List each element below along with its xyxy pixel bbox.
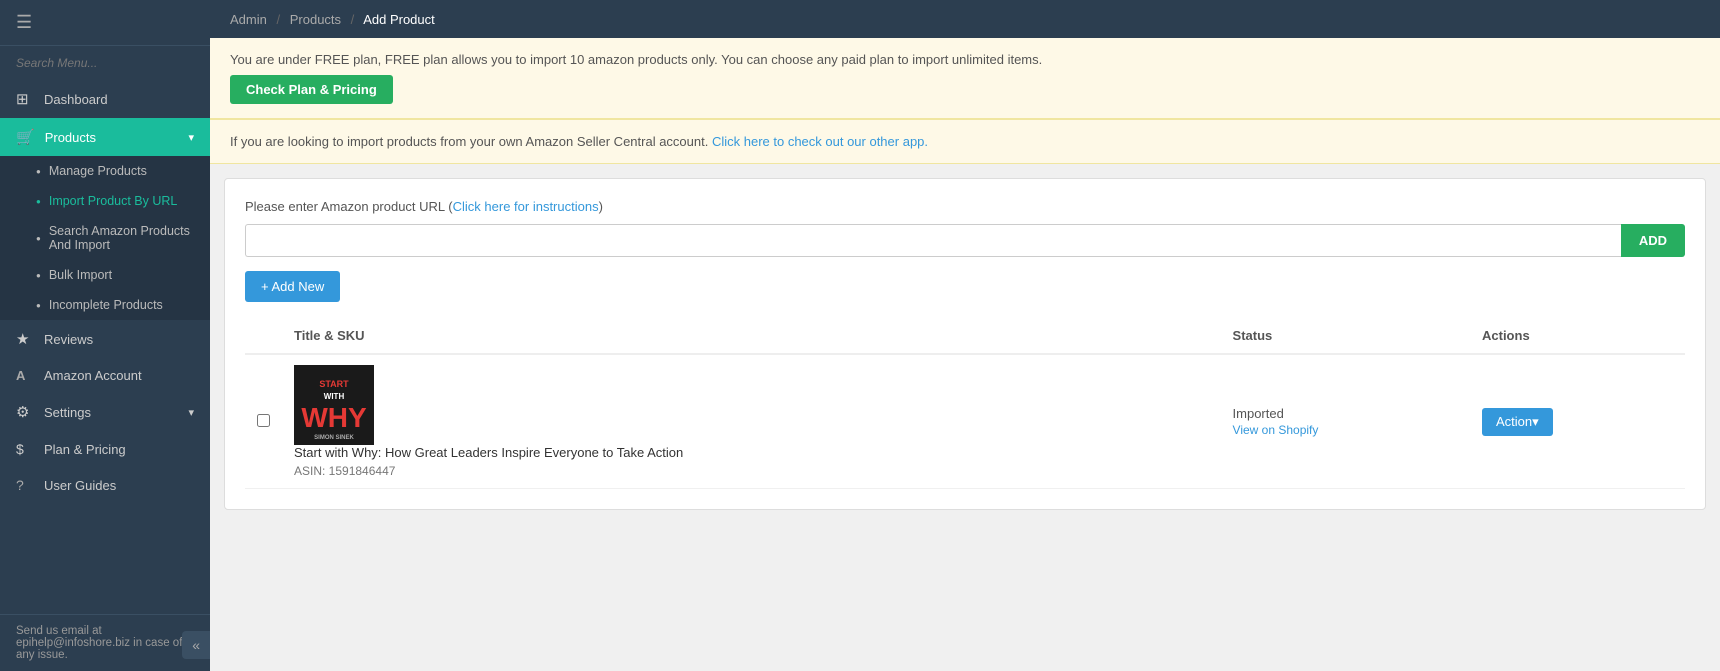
topbar: Admin / Products / Add Product	[210, 0, 1720, 38]
sidebar-sub-bulk-import[interactable]: ● Bulk Import	[0, 260, 210, 290]
sidebar-item-amazon-account[interactable]: A Amazon Account	[0, 358, 210, 393]
amazon-icon: A	[16, 368, 34, 383]
sidebar-item-label: Dashboard	[44, 92, 108, 107]
sidebar-item-dashboard[interactable]: ⊞ Dashboard	[0, 80, 210, 118]
question-icon: ?	[16, 477, 34, 493]
sidebar-sub-incomplete-products[interactable]: ● Incomplete Products	[0, 290, 210, 320]
dot-icon: ●	[36, 197, 41, 206]
products-submenu: ● Manage Products ● Import Product By UR…	[0, 156, 210, 320]
view-on-shopify-link[interactable]: View on Shopify	[1233, 423, 1458, 437]
chevron-down-icon: ▾	[188, 406, 194, 419]
products-table: Title & SKU Status Actions	[245, 318, 1685, 489]
sidebar-item-plan-pricing[interactable]: $ Plan & Pricing	[0, 431, 210, 467]
sidebar-search-menu: Search Menu...	[0, 46, 210, 80]
sidebar-item-label: Settings	[44, 405, 91, 420]
cart-icon: 🛒	[16, 128, 35, 146]
table-header: Title & SKU Status Actions	[245, 318, 1685, 354]
main-content: Admin / Products / Add Product You are u…	[210, 0, 1720, 671]
breadcrumb-sep2: /	[351, 12, 355, 27]
sidebar-item-settings[interactable]: ⚙ Settings ▾	[0, 393, 210, 431]
hamburger-icon: ☰	[16, 12, 32, 32]
col-actions: Actions	[1470, 318, 1685, 354]
breadcrumb-sep1: /	[276, 12, 280, 27]
seller-central-alert: If you are looking to import products fr…	[210, 119, 1720, 164]
product-title: Start with Why: How Great Leaders Inspir…	[294, 445, 1209, 460]
dollar-icon: $	[16, 441, 34, 457]
add-url-button[interactable]: ADD	[1621, 224, 1685, 257]
dot-icon: ●	[36, 301, 41, 310]
svg-text:WITH: WITH	[324, 392, 345, 401]
dot-icon: ●	[36, 167, 41, 176]
hamburger-menu[interactable]: ☰	[0, 0, 210, 46]
table-body: START WITH WHY SIMON SINEK	[245, 354, 1685, 489]
sidebar-sub-import-by-url[interactable]: ● Import Product By URL	[0, 186, 210, 216]
seller-central-message: If you are looking to import products fr…	[230, 134, 712, 149]
dashboard-icon: ⊞	[16, 90, 34, 108]
check-plan-pricing-button[interactable]: Check Plan & Pricing	[230, 75, 393, 104]
sidebar: ☰ Search Menu... ⊞ Dashboard 🛒 Products …	[0, 0, 210, 671]
url-input-section: Please enter Amazon product URL (Click h…	[245, 199, 1685, 257]
sidebar-item-label: Products	[45, 130, 96, 145]
svg-text:WHY: WHY	[301, 402, 367, 433]
breadcrumb-current: Add Product	[363, 12, 435, 27]
sidebar-item-label: User Guides	[44, 478, 116, 493]
sidebar-collapse-button[interactable]: «	[182, 631, 210, 659]
url-input-row: ADD	[245, 224, 1685, 257]
col-checkbox	[245, 318, 282, 354]
url-label: Please enter Amazon product URL (Click h…	[245, 199, 1685, 214]
gear-icon: ⚙	[16, 403, 34, 421]
content-area: You are under FREE plan, FREE plan allow…	[210, 38, 1720, 671]
sidebar-footer-text: Send us email at epihelp@infoshore.biz i…	[0, 614, 210, 671]
product-status-cell: Imported View on Shopify	[1221, 354, 1470, 489]
sidebar-item-label: Reviews	[44, 332, 93, 347]
row-checkbox-cell	[245, 354, 282, 489]
svg-text:START: START	[319, 379, 349, 389]
product-info-cell: START WITH WHY SIMON SINEK	[282, 354, 1221, 489]
free-plan-alert: You are under FREE plan, FREE plan allow…	[210, 38, 1720, 119]
table-row: START WITH WHY SIMON SINEK	[245, 354, 1685, 489]
sidebar-sub-manage-products[interactable]: ● Manage Products	[0, 156, 210, 186]
add-new-button[interactable]: + Add New	[245, 271, 340, 302]
product-details: Start with Why: How Great Leaders Inspir…	[294, 445, 1209, 478]
instructions-link[interactable]: Click here for instructions	[453, 199, 599, 214]
free-plan-message: You are under FREE plan, FREE plan allow…	[230, 52, 1042, 67]
add-product-box: Please enter Amazon product URL (Click h…	[224, 178, 1706, 510]
sidebar-item-products[interactable]: 🛒 Products ▾	[0, 118, 210, 156]
sidebar-item-label: Plan & Pricing	[44, 442, 126, 457]
star-icon: ★	[16, 330, 34, 348]
product-actions-cell: Action▾	[1470, 354, 1685, 489]
action-button[interactable]: Action▾	[1482, 408, 1553, 436]
col-title-sku: Title & SKU	[282, 318, 1221, 354]
breadcrumb-products[interactable]: Products	[290, 12, 341, 27]
dot-icon: ●	[36, 234, 41, 243]
chevron-down-icon: ▾	[188, 131, 194, 144]
sidebar-item-user-guides[interactable]: ? User Guides	[0, 467, 210, 503]
product-asin: ASIN: 1591846447	[294, 464, 1209, 478]
svg-text:SIMON SINEK: SIMON SINEK	[314, 435, 354, 441]
sidebar-item-reviews[interactable]: ★ Reviews	[0, 320, 210, 358]
sidebar-item-label: Amazon Account	[44, 368, 142, 383]
sidebar-sub-search-amazon[interactable]: ● Search Amazon Products And Import	[0, 216, 210, 260]
seller-central-link[interactable]: Click here to check out our other app.	[712, 134, 928, 149]
amazon-url-input[interactable]	[245, 224, 1621, 257]
dot-icon: ●	[36, 271, 41, 280]
col-status: Status	[1221, 318, 1470, 354]
breadcrumb: Admin / Products / Add Product	[230, 12, 435, 27]
product-status: Imported	[1233, 406, 1458, 421]
product-image: START WITH WHY SIMON SINEK	[294, 365, 374, 445]
row-checkbox[interactable]	[257, 414, 270, 427]
breadcrumb-admin[interactable]: Admin	[230, 12, 267, 27]
